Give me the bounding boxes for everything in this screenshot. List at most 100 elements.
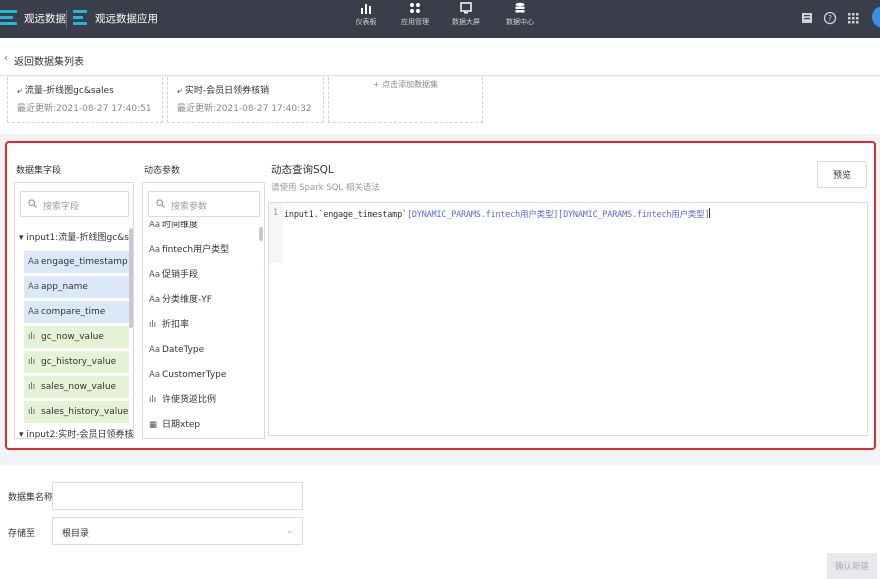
params-list: 搜索参数 Aa 时间维度 Aa fintech用户类型 Aa 促销手段 Aa 分类维度-… (142, 182, 265, 439)
dataset-card-updated: 最近更新:2021-08-27 17:40:32 (177, 104, 312, 114)
sql-param-token[interactable]: [DYNAMIC_PARAMS.fintech用户类型] (407, 210, 558, 220)
field-group-input2[interactable]: ▾ input2:实时-会员日领券核销 (19, 427, 134, 439)
add-dataset-card[interactable]: + 点击添加数据集 (328, 77, 483, 123)
param-name: 许使货返比例 (162, 395, 217, 405)
save-location-select[interactable]: 根目录 ⌄ (52, 517, 303, 545)
brand-name: 观远数据 (24, 13, 66, 25)
param-item[interactable]: ılı 折扣率 (149, 315, 189, 335)
field-group-input1[interactable]: ▾ input1:流量-折线图gc&sal··· (19, 230, 133, 243)
sql-code-editor[interactable]: 1 input1.`engage_timestamp`[DYNAMIC_PARA… (268, 202, 868, 436)
dataset-card-name: ⤶ 流量-折线图gc&sales (17, 86, 114, 96)
bar-chart-icon (361, 4, 371, 14)
menu-logo-icon[interactable] (0, 7, 17, 29)
param-type-icon: ılı (149, 395, 157, 405)
field-name: compare_time (41, 307, 106, 317)
sql-subtitle: 请使用 Spark SQL 相关语法 (271, 183, 380, 193)
field-item[interactable]: ılı sales_now_value (24, 376, 129, 398)
params-scrollbar[interactable] (259, 227, 263, 241)
sql-param-token[interactable]: [DYNAMIC_PARAMS.fintech用户类型] (558, 210, 709, 220)
field-name: gc_history_value (41, 357, 117, 367)
field-name: app_name (41, 282, 88, 292)
dataset-name-text: 实时-会员日领券核销 (184, 86, 270, 96)
param-type-icon: Aa (149, 221, 161, 230)
input-dataset-cards: ⤶ 流量-折线图gc&sales 最近更新:2021-08-27 17:40:5… (0, 77, 880, 134)
preview-button[interactable]: 预览 (817, 161, 867, 188)
text-cursor (709, 208, 711, 218)
field-item[interactable]: ılı sales_history_value (24, 401, 129, 423)
brand-divider (66, 10, 67, 28)
save-location-label: 存储至 (8, 529, 36, 539)
dataset-card[interactable]: ⤶ 流量-折线图gc&sales 最近更新:2021-08-27 17:40:5… (7, 77, 163, 123)
param-item[interactable]: Aa 分类维度-YF (149, 290, 212, 310)
param-item[interactable]: Aa fintech用户类型 (149, 240, 229, 260)
field-search-placeholder: 搜索字段 (43, 202, 80, 212)
field-type-icon: Aa (28, 257, 40, 267)
params-title: 动态参数 (144, 166, 181, 176)
param-name: DateType (162, 345, 205, 355)
field-group-label: input2:实时-会员日领券核销 (26, 430, 134, 439)
field-name: engage_timestamp (41, 257, 128, 267)
field-type-icon: ılı (28, 407, 36, 417)
param-item[interactable]: Aa 促销手段 (149, 265, 198, 285)
param-name: fintech用户类型 (162, 245, 230, 255)
field-search-input[interactable]: 搜索字段 (20, 191, 129, 217)
field-name: gc_now_value (41, 332, 104, 342)
param-name: 分类维度-YF (162, 295, 212, 305)
user-avatar[interactable] (872, 6, 880, 28)
app-title: 观远数据应用 (95, 13, 158, 25)
params-scroll-area: Aa 时间维度 Aa fintech用户类型 Aa 促销手段 Aa 分类维度-YF ıl… (143, 221, 261, 436)
fields-title: 数据集字段 (16, 166, 62, 176)
search-icon (28, 199, 37, 208)
field-name: sales_history_value (41, 407, 129, 417)
sql-code-line[interactable]: input1.`engage_timestamp`[DYNAMIC_PARAMS… (284, 208, 711, 220)
nav-data-center-label: 数据中心 (506, 18, 534, 26)
add-dataset-label: + 点击添加数据集 (372, 80, 439, 89)
dataset-form: 数据集名称 存储至 根目录 ⌄ 确认新建 (0, 465, 880, 579)
field-item[interactable]: Aa compare_time (24, 301, 129, 323)
param-name: 日期xtep (162, 420, 201, 430)
param-name: 时间维度 (162, 221, 199, 230)
dataset-card[interactable]: ⤶ 实时-会员日领券核销 最近更新:2021-08-27 17:40:32 (167, 77, 324, 123)
chevron-left-icon[interactable]: ‹ (4, 53, 8, 64)
param-type-icon: Aa (149, 345, 161, 355)
sql-title: 动态查询SQL (271, 164, 334, 176)
notes-icon[interactable] (800, 11, 814, 25)
confirm-create-button[interactable]: 确认新建 (827, 553, 877, 579)
dataset-name-label: 数据集名称 (8, 493, 54, 503)
param-item[interactable]: Aa 时间维度 (149, 221, 198, 235)
nav-app-management-label: 应用管理 (401, 18, 429, 26)
app-list-icon (73, 10, 87, 25)
field-name: sales_now_value (41, 382, 117, 392)
dataset-name-input[interactable] (52, 482, 303, 510)
nav-dashboard-label: 仪表板 (355, 18, 377, 26)
field-item[interactable]: ılı gc_history_value (24, 351, 129, 373)
dataset-card-updated: 最近更新:2021-08-27 17:40:51 (17, 104, 152, 114)
field-item[interactable]: ılı gc_now_value (24, 326, 129, 348)
param-item[interactable]: Aa CustomerType (149, 365, 226, 385)
breadcrumb: ‹ 返回数据集列表 (0, 38, 880, 76)
field-type-icon: Aa (28, 282, 40, 292)
param-item[interactable]: ▦ 日期xtep (149, 415, 200, 435)
fields-scrollbar[interactable] (129, 228, 133, 328)
field-type-icon: Aa (28, 307, 40, 317)
param-search-input[interactable]: 搜索参数 (148, 191, 260, 217)
param-name: 折扣率 (162, 320, 190, 330)
field-item[interactable]: Aa app_name (24, 276, 129, 298)
grid-menu-icon[interactable] (846, 11, 860, 25)
param-item[interactable]: ılı 许使货返比例 (149, 390, 216, 410)
param-name: CustomerType (162, 370, 227, 380)
nav-data-screen-label: 数据大屏 (452, 18, 480, 26)
dataset-name-text: 流量-折线图gc&sales (24, 86, 114, 96)
param-item[interactable]: Aa DateType (149, 340, 204, 360)
screen-icon (460, 2, 472, 14)
param-search-placeholder: 搜索参数 (171, 202, 208, 212)
nav-data-center[interactable]: 数据中心 (490, 2, 550, 27)
nav-data-screen[interactable]: 数据大屏 (436, 2, 496, 27)
param-type-icon: Aa (149, 370, 161, 380)
field-item[interactable]: Aa engage_timestamp (24, 251, 129, 273)
back-to-dataset-list-link[interactable]: 返回数据集列表 (14, 53, 84, 68)
param-type-icon: Aa (149, 270, 161, 280)
chevron-down-icon: ⌄ (286, 526, 293, 535)
help-icon[interactable]: ? (823, 11, 837, 25)
param-type-icon: ▦ (149, 420, 158, 430)
